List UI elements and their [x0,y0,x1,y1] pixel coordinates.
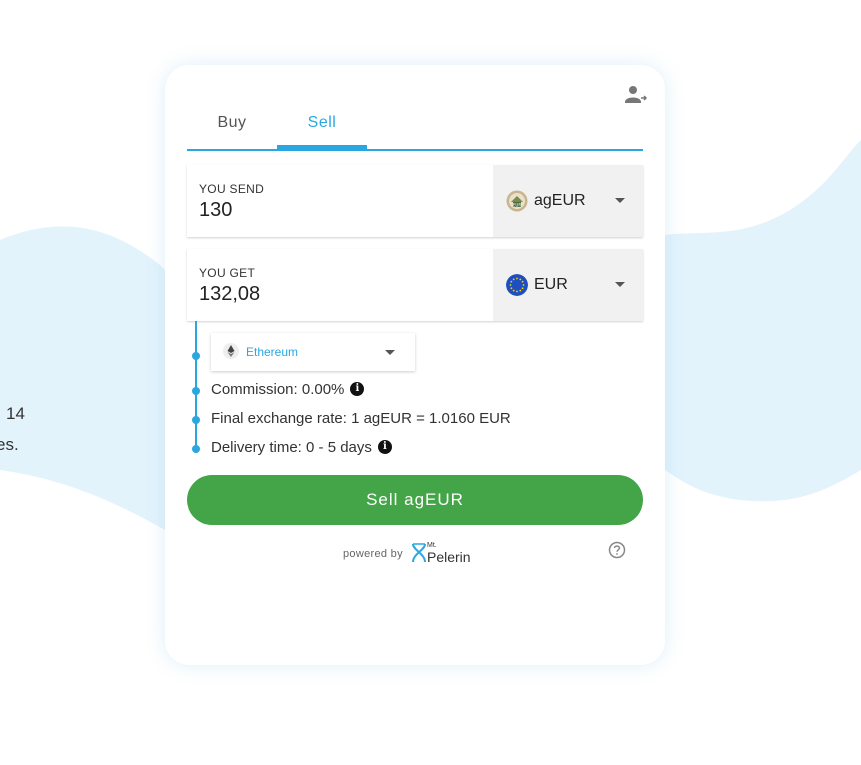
info-icon[interactable]: i [377,440,392,455]
tab-buy[interactable]: Buy [187,103,277,147]
brand-name: Pelerin [427,549,471,565]
sell-button[interactable]: Sell agEUR [187,475,643,525]
you-get-label: YOU GET [199,266,256,280]
help-icon[interactable] [608,541,626,559]
widget-card: Buy Sell YOU SEND 130 EUR agEUR YOU GET … [165,65,665,665]
ageur-token-icon: EUR [506,190,528,212]
get-currency-select[interactable]: EUR [493,249,643,321]
network-name: Ethereum [246,345,299,359]
you-send-amount-input[interactable]: 130 [199,199,232,222]
exchange-rate-row: Final exchange rate: 1 agEUR = 1.0160 EU… [211,409,511,427]
transaction-details: Ethereum Commission: 0.00% i Final exchan… [187,321,643,461]
network-select[interactable]: Ethereum [211,333,415,371]
timeline-dot [192,387,200,395]
get-currency-name: EUR [534,276,568,293]
ethereum-icon [223,343,239,359]
exchange-rate-text: Final exchange rate: 1 agEUR = 1.0160 EU… [211,409,511,427]
chevron-down-icon [615,198,625,203]
send-currency-select[interactable]: EUR agEUR [493,165,643,237]
commission-row: Commission: 0.00% i [211,380,365,398]
you-send-field: YOU SEND 130 EUR agEUR [187,165,643,237]
background-text-line: 14 [6,404,25,423]
powered-by-text: powered by [343,548,403,560]
tab-sell[interactable]: Sell [277,103,367,149]
eu-flag-icon [506,274,528,296]
chevron-down-icon [385,350,395,355]
timeline-dot [192,416,200,424]
background-text-line: es. [0,435,19,454]
timeline-dot [192,352,200,360]
buy-sell-tabs: Buy Sell [187,103,643,151]
brand-prefix: Mt. [427,542,437,549]
active-tab-indicator [277,145,367,149]
mt-pelerin-logo-icon [412,543,426,563]
you-get-field: YOU GET 132,08 EUR [187,249,643,321]
chevron-down-icon [615,282,625,287]
timeline-dot [192,445,200,453]
you-get-amount-input[interactable]: 132,08 [199,283,260,306]
delivery-time-row: Delivery time: 0 - 5 days i [211,438,392,456]
send-currency-name: agEUR [534,192,586,209]
you-send-label: YOU SEND [199,182,265,196]
info-icon[interactable]: i [350,382,365,397]
commission-text: Commission: 0.00% [211,380,345,398]
svg-text:EUR: EUR [513,203,521,208]
delivery-time-text: Delivery time: 0 - 5 days [211,438,372,456]
tab-sell-label: Sell [307,114,337,131]
